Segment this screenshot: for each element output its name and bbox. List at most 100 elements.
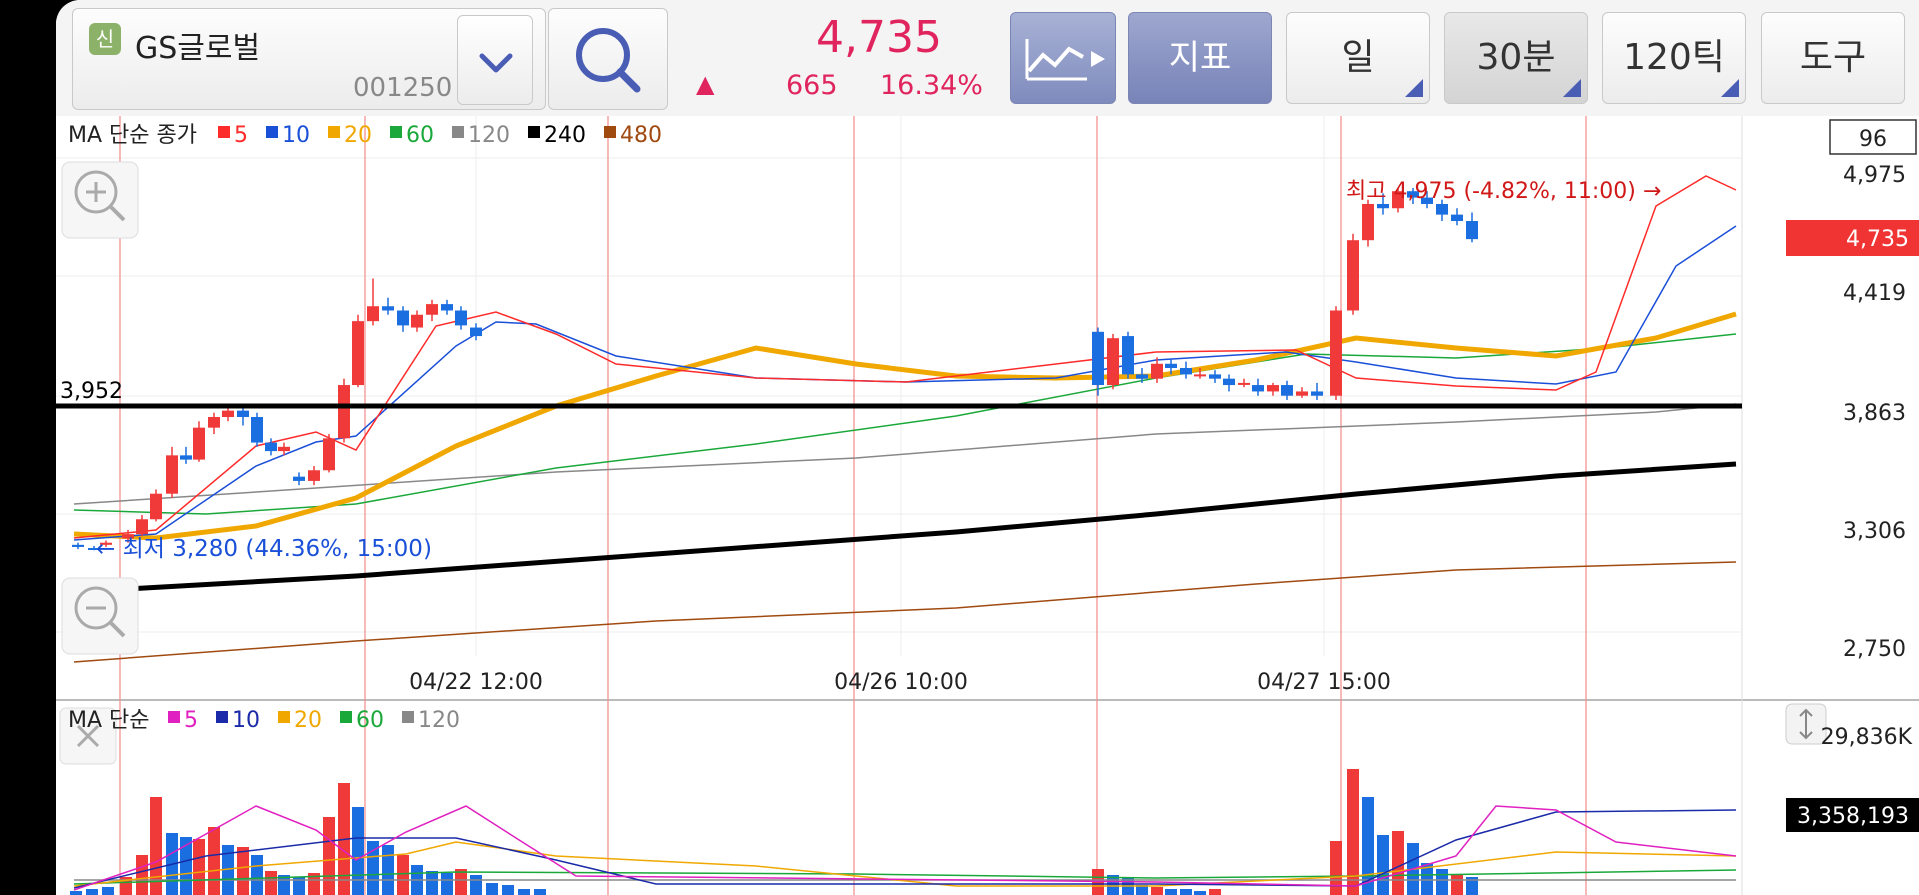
tool-button[interactable]: 도구 [1761, 12, 1905, 104]
candle-body [1194, 374, 1206, 377]
legend-label: 240 [544, 123, 586, 148]
legend-swatch [604, 126, 616, 138]
period-30min-button[interactable]: 30분 [1444, 12, 1588, 104]
period-day-label: 일 [1341, 37, 1375, 78]
search-button[interactable] [548, 8, 668, 110]
candle-body [222, 410, 234, 418]
legend-label: 480 [620, 123, 662, 148]
candle-body [1092, 331, 1104, 386]
candle-body [1466, 221, 1478, 240]
indicator-button[interactable]: 지표 [1128, 12, 1272, 104]
candle-body [455, 310, 467, 326]
candle-body [1122, 336, 1134, 375]
legend-swatch [452, 126, 464, 138]
volume-bar [323, 817, 335, 895]
current-price-tag-label: 4,735 [1846, 227, 1909, 252]
candle-body [426, 304, 438, 315]
volume-bar [1165, 889, 1177, 895]
legend-label: 10 [282, 123, 310, 148]
legend-swatch [278, 711, 290, 723]
candle-body [1238, 382, 1250, 385]
volume-bar [518, 889, 530, 895]
candle-body [208, 417, 220, 428]
support-line-label: 3,952 [60, 379, 123, 404]
volume-bar [86, 889, 98, 895]
legend-swatch [390, 126, 402, 138]
candle-body [1180, 368, 1192, 375]
legend-label: 120 [468, 123, 510, 148]
volume-bar [1451, 875, 1463, 895]
volume-bar [397, 855, 409, 895]
header-toolbar: 신 GS글로벌 001250 4,735 ▲ 665 16.34% 지표 일 3… [56, 0, 1919, 117]
high-annotation: 최고 4,975 (-4.82%, 11:00) → [1346, 179, 1661, 204]
period-120tick-button[interactable]: 120틱 [1602, 12, 1746, 104]
zoom-in-button[interactable] [61, 161, 139, 239]
candle-body [1377, 203, 1389, 209]
volume-bar [426, 871, 438, 895]
date-label: 04/26 10:00 [834, 670, 968, 695]
candle-body [1281, 385, 1293, 396]
volume-bar [136, 855, 148, 895]
current-price: 4,735 [816, 12, 942, 63]
candle-body [1209, 374, 1221, 379]
volume-bar [441, 873, 453, 895]
legend-swatch [266, 126, 278, 138]
volume-bar [502, 885, 514, 895]
candle-body [1347, 240, 1359, 311]
candle-body [367, 306, 379, 322]
volume-bar [1209, 889, 1221, 895]
period-day-button[interactable]: 일 [1286, 12, 1430, 104]
volume-bar [1377, 835, 1389, 895]
candle-body [308, 470, 320, 481]
dropdown-corner-icon [1563, 79, 1581, 97]
volume-bar [102, 887, 114, 895]
candle-body [1296, 391, 1308, 396]
volume-ma-legend: 5 10 20 60 120 [168, 708, 460, 733]
legend-label: 60 [406, 123, 434, 148]
legend-swatch [168, 711, 180, 723]
legend-label: 20 [294, 708, 322, 733]
volume-bar [1180, 889, 1192, 895]
candle-body [251, 417, 263, 443]
candle-body [1311, 391, 1323, 396]
candle-body [166, 455, 178, 494]
candle-body [1151, 363, 1163, 379]
zoom-out-button[interactable] [61, 577, 139, 655]
candle-body [237, 410, 249, 418]
stock-code: 001250 [353, 73, 453, 103]
candle-body [1107, 338, 1119, 386]
candle-body [470, 327, 482, 337]
volume-bar [193, 839, 205, 895]
legend-label: 5 [234, 123, 248, 148]
candle-body [382, 306, 394, 311]
legend-label: 20 [344, 123, 372, 148]
volume-bar [251, 855, 263, 895]
volume-bar [455, 869, 467, 895]
legend-swatch [216, 711, 228, 723]
chart-area[interactable]: 3,952 최고 4,975 (-4.82%, 11:00) → ← 최저 3,… [56, 116, 1919, 895]
volume-bar [70, 891, 82, 895]
candle-body [1223, 378, 1235, 386]
candle-body [72, 544, 84, 547]
volume-bar [1194, 891, 1206, 895]
legend-label: 10 [232, 708, 260, 733]
ma-title: MA 단순 종가 [68, 123, 197, 148]
legend-swatch [528, 126, 540, 138]
stock-selector[interactable]: 신 GS글로벌 001250 [72, 8, 546, 110]
chart-type-button[interactable] [1010, 12, 1116, 104]
candle-body [278, 446, 290, 452]
candle-body [397, 310, 409, 326]
legend-swatch [218, 126, 230, 138]
candle-body [265, 442, 277, 452]
candle-body [1451, 214, 1463, 222]
candle-body [1267, 385, 1279, 392]
candle-body [193, 427, 205, 460]
volume-bar [486, 883, 498, 895]
candle-body [1330, 310, 1342, 396]
price-axis-label: 4,419 [1843, 281, 1906, 306]
candle-body [1436, 203, 1448, 215]
candle-body [136, 519, 148, 535]
volume-bar [1330, 841, 1342, 895]
stock-dropdown-button[interactable] [457, 15, 533, 105]
legend-swatch [328, 126, 340, 138]
